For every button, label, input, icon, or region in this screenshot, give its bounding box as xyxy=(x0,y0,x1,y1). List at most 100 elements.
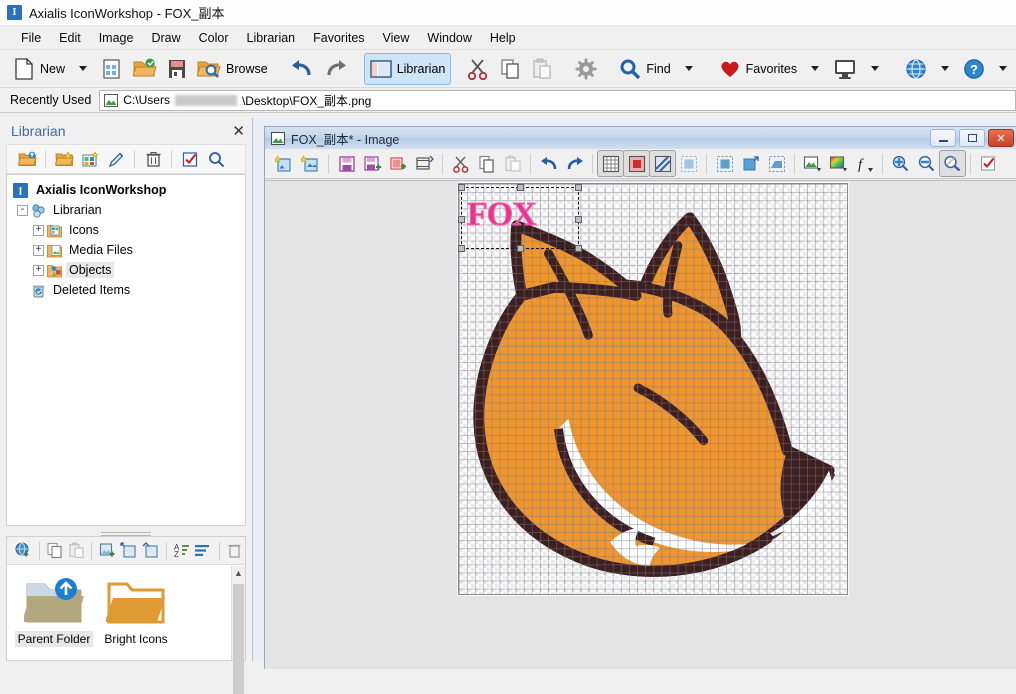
paste-button[interactable] xyxy=(526,54,558,84)
new-icon-project-button[interactable] xyxy=(96,54,128,84)
paste-button[interactable] xyxy=(500,151,525,176)
help-button[interactable]: ? xyxy=(958,54,990,84)
rename-button[interactable] xyxy=(104,147,128,171)
cut-button[interactable] xyxy=(462,54,494,84)
tree-node-librarian[interactable]: - Librarian xyxy=(11,200,245,220)
browser-content[interactable]: Parent Folder Bright Icons xyxy=(7,566,245,660)
add-to-library-button[interactable] xyxy=(386,151,411,176)
new-library-button[interactable] xyxy=(52,147,76,171)
browser-item-folder-4[interactable] xyxy=(95,655,177,660)
tree-node-axialis-iconworkshop[interactable]: I Axialis IconWorkshop xyxy=(11,180,245,200)
librarian-tree[interactable]: I Axialis IconWorkshop - Librarian + xyxy=(6,174,246,526)
grid-toggle-button[interactable] xyxy=(598,151,623,176)
cut-button[interactable] xyxy=(448,151,473,176)
image-adjust-button[interactable] xyxy=(800,151,825,176)
zoom-out-button[interactable] xyxy=(914,151,939,176)
copy-button[interactable] xyxy=(44,539,65,563)
favorites-button[interactable]: Favorites xyxy=(714,54,802,84)
maximize-icon[interactable] xyxy=(959,129,985,147)
menu-help[interactable]: Help xyxy=(481,28,525,48)
copy-button[interactable] xyxy=(474,151,499,176)
new-folder-button[interactable] xyxy=(78,147,102,171)
recent-path-field[interactable]: C:\Users \Desktop\FOX_副本.png xyxy=(99,90,1016,111)
menu-draw[interactable]: Draw xyxy=(142,28,189,48)
save-button[interactable] xyxy=(334,151,359,176)
tree-node-objects[interactable]: + Objects xyxy=(11,260,245,280)
librarian-button[interactable]: Librarian xyxy=(365,54,451,84)
menu-image[interactable]: Image xyxy=(90,28,143,48)
magnifier-tool-button[interactable] xyxy=(940,151,965,176)
tree-expander-media-files[interactable]: + xyxy=(33,245,44,256)
favorites-dropdown-button[interactable] xyxy=(802,54,828,84)
tree-node-icons[interactable]: + Icons xyxy=(11,220,245,240)
redo-button[interactable] xyxy=(562,151,587,176)
color-palette-button[interactable] xyxy=(826,151,851,176)
menu-favorites[interactable]: Favorites xyxy=(304,28,373,48)
browser-item-parent-folder[interactable]: Parent Folder xyxy=(13,576,95,647)
scroll-up-arrow-icon[interactable]: ▲ xyxy=(234,568,243,578)
paste-button[interactable] xyxy=(66,539,87,563)
extract-button[interactable] xyxy=(119,539,140,563)
tree-expander-icons[interactable]: + xyxy=(33,225,44,236)
screen-dropdown-button[interactable] xyxy=(862,54,888,84)
find-button[interactable]: Find xyxy=(614,54,675,84)
close-icon[interactable]: ✕ xyxy=(988,129,1014,147)
globe-dropdown-button[interactable] xyxy=(932,54,958,84)
undo-button[interactable] xyxy=(285,54,319,84)
copy-button[interactable] xyxy=(494,54,526,84)
delete-button[interactable] xyxy=(225,539,246,563)
properties-button[interactable] xyxy=(976,151,1001,176)
properties-button[interactable] xyxy=(178,147,202,171)
search-button[interactable] xyxy=(204,147,228,171)
globe-button[interactable] xyxy=(900,54,932,84)
tree-expander-librarian[interactable]: - xyxy=(17,205,28,216)
open-button[interactable] xyxy=(128,54,162,84)
menu-color[interactable]: Color xyxy=(190,28,238,48)
tree-node-deleted-items[interactable]: Deleted Items xyxy=(11,280,245,300)
opacity-button[interactable] xyxy=(650,151,675,176)
tree-expander-objects[interactable]: + xyxy=(33,265,44,276)
undo-button[interactable] xyxy=(536,151,561,176)
canvas-overlay-text[interactable]: FOX xyxy=(467,198,536,232)
scrollbar-thumb[interactable] xyxy=(233,584,244,694)
menu-view[interactable]: View xyxy=(374,28,419,48)
save-button[interactable] xyxy=(162,54,192,84)
browser-item-folder-3[interactable] xyxy=(13,655,95,660)
screen-button[interactable] xyxy=(828,54,862,84)
convert-button[interactable] xyxy=(140,539,161,563)
animation-button[interactable] xyxy=(412,151,437,176)
find-dropdown-button[interactable] xyxy=(676,54,702,84)
menu-librarian[interactable]: Librarian xyxy=(238,28,305,48)
menu-window[interactable]: Window xyxy=(418,28,480,48)
close-icon[interactable]: ✕ xyxy=(232,124,245,139)
minimize-icon[interactable] xyxy=(930,129,956,147)
effects-button[interactable]: f xyxy=(852,151,877,176)
redo-button[interactable] xyxy=(319,54,353,84)
new-button[interactable]: New xyxy=(8,54,70,84)
transparency-button[interactable] xyxy=(624,151,649,176)
crop-selection-button[interactable] xyxy=(738,151,763,176)
selection-button[interactable] xyxy=(676,151,701,176)
import-image-button[interactable] xyxy=(272,151,297,176)
sort-az-button[interactable]: A Z xyxy=(172,539,193,563)
delete-button[interactable] xyxy=(141,147,165,171)
browse-button[interactable]: Browse xyxy=(192,54,273,84)
browser-scrollbar[interactable]: ▲ xyxy=(231,566,245,660)
select-all-button[interactable] xyxy=(712,151,737,176)
new-dropdown-button[interactable] xyxy=(70,54,96,84)
download-button[interactable] xyxy=(13,539,34,563)
add-image-button[interactable] xyxy=(97,539,118,563)
free-transform-button[interactable] xyxy=(764,151,789,176)
open-library-button[interactable] xyxy=(15,147,39,171)
convert-to-icon-button[interactable] xyxy=(298,151,323,176)
browser-item-bright-icons[interactable]: Bright Icons xyxy=(95,576,177,647)
help-dropdown-button[interactable] xyxy=(990,54,1016,84)
canvas-workspace[interactable]: FOX xyxy=(265,180,1016,669)
document-title-bar[interactable]: FOX_副本* - Image ✕ xyxy=(265,127,1016,149)
save-as-button[interactable] xyxy=(360,151,385,176)
menu-edit[interactable]: Edit xyxy=(50,28,90,48)
zoom-in-button[interactable] xyxy=(888,151,913,176)
image-canvas[interactable]: FOX xyxy=(458,183,848,595)
sort-list-button[interactable] xyxy=(193,539,214,563)
settings-button[interactable] xyxy=(570,54,602,84)
